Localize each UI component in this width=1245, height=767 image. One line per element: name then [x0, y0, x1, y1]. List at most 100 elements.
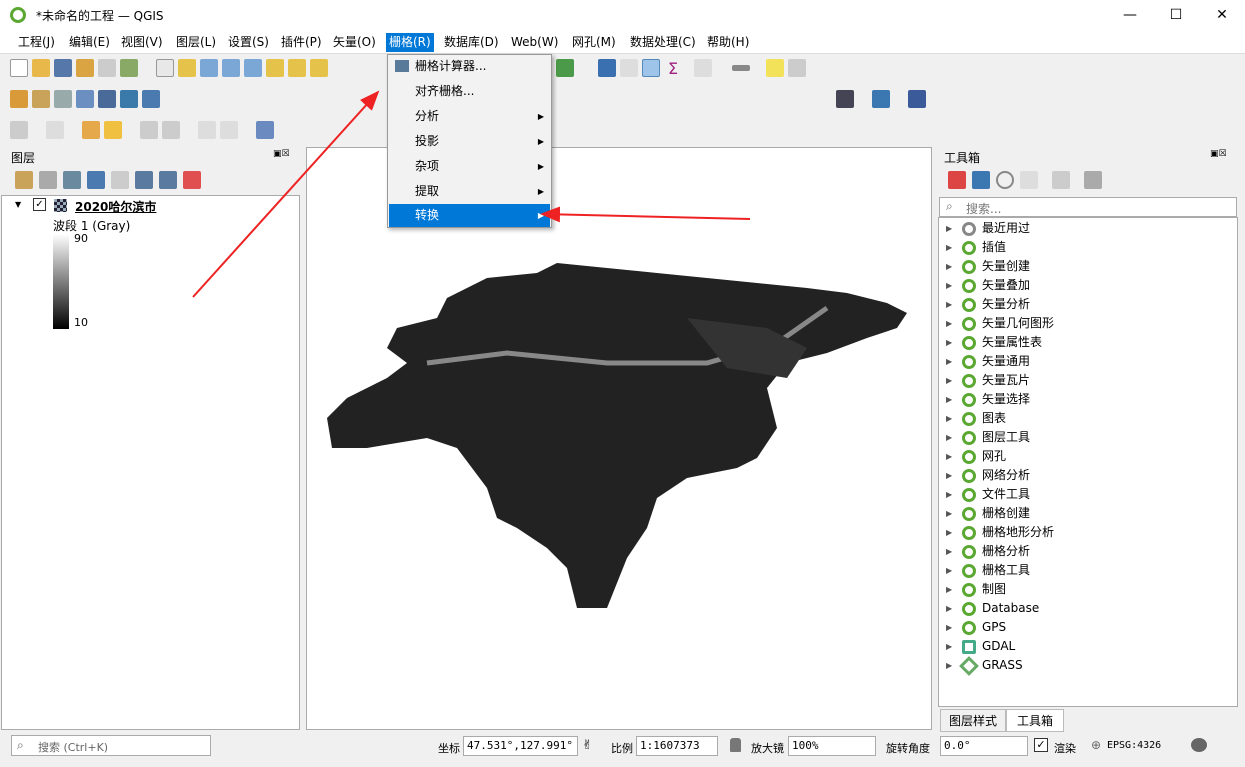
expand-arrow-icon[interactable]: ▶ — [946, 656, 958, 675]
measure-icon[interactable] — [732, 65, 750, 71]
edit-icon[interactable] — [162, 121, 180, 139]
processing-toolbox-icon[interactable] — [642, 59, 660, 77]
advanced-digitize-icon[interactable] — [198, 121, 216, 139]
toolbox-group-item[interactable]: ▶ GRASS — [946, 655, 1023, 676]
close-button[interactable]: ✕ — [1199, 0, 1245, 30]
models-icon[interactable] — [948, 171, 966, 189]
menu-layer[interactable]: 图层(L) — [173, 33, 219, 52]
toolbox-group-item[interactable]: ▶ 制图 — [946, 580, 1006, 599]
toolbox-group-item[interactable]: ▶ 矢量创建 — [946, 257, 1030, 276]
refresh-icon[interactable] — [556, 59, 574, 77]
menu-settings[interactable]: 设置(S) — [225, 33, 272, 52]
add-group-icon[interactable] — [39, 171, 57, 189]
menu-item-align-rasters[interactable]: 对齐栅格... — [389, 80, 550, 103]
visibility-eye-icon[interactable] — [63, 171, 81, 189]
toolbox-group-item[interactable]: ▶ 矢量瓦片 — [946, 371, 1030, 390]
expand-arrow-icon[interactable]: ▶ — [946, 276, 958, 295]
help-icon[interactable] — [908, 90, 926, 108]
toolbox-group-item[interactable]: ▶ 栅格创建 — [946, 504, 1030, 523]
search-tool-icon[interactable] — [788, 59, 806, 77]
collapse-all-icon[interactable] — [159, 171, 177, 189]
toolbox-group-item[interactable]: ▶ 矢量分析 — [946, 295, 1030, 314]
expand-arrow-icon[interactable]: ▶ — [946, 485, 958, 504]
remove-layer-icon[interactable] — [183, 171, 201, 189]
menu-item-extraction[interactable]: 提取 ▶ — [389, 180, 550, 203]
new-virtual-layer-icon[interactable] — [120, 90, 138, 108]
menu-help[interactable]: 帮助(H) — [704, 33, 752, 52]
zoom-full-icon[interactable] — [244, 59, 262, 77]
menu-item-projections[interactable]: 投影 ▶ — [389, 130, 550, 153]
expand-arrow-icon[interactable]: ▶ — [946, 371, 958, 390]
toolbox-group-item[interactable]: ▶ GPS — [946, 618, 1006, 637]
pan-icon[interactable] — [156, 59, 174, 77]
expand-arrow-icon[interactable]: ▶ — [946, 466, 958, 485]
toolbox-group-item[interactable]: ▶ 矢量通用 — [946, 352, 1030, 371]
zoom-native-icon[interactable] — [310, 59, 328, 77]
save-project-icon[interactable] — [54, 59, 72, 77]
options-wrench-icon[interactable] — [1084, 171, 1102, 189]
globe-crs-icon[interactable]: ⊕ — [1091, 738, 1101, 752]
map-canvas[interactable] — [306, 147, 932, 730]
collapse-arrow-icon[interactable]: ▼ — [15, 200, 21, 209]
magnifier-spinbox[interactable]: 100% — [788, 736, 876, 756]
python-console-icon[interactable] — [872, 90, 890, 108]
deselect-icon[interactable] — [82, 121, 100, 139]
plugin-icon[interactable] — [836, 90, 854, 108]
expand-arrow-icon[interactable]: ▶ — [946, 523, 958, 542]
locator-search-input[interactable]: ⌕ 搜索 (Ctrl+K) — [11, 735, 211, 756]
coordinate-field[interactable]: 47.531°,127.991° — [463, 736, 578, 756]
toolbox-group-item[interactable]: ▶ 网络分析 — [946, 466, 1030, 485]
render-checkbox[interactable]: ✓ — [1034, 738, 1048, 752]
zoom-layer-icon[interactable] — [288, 59, 306, 77]
filter-icon[interactable] — [87, 171, 105, 189]
toolbox-group-item[interactable]: ▶ 矢量选择 — [946, 390, 1030, 409]
expression-filter-icon[interactable] — [111, 171, 129, 189]
menu-processing[interactable]: 数据处理(C) — [627, 33, 699, 52]
map-tips-icon[interactable] — [766, 59, 784, 77]
digitize-icon[interactable] — [140, 121, 158, 139]
expand-arrow-icon[interactable]: ▶ — [946, 504, 958, 523]
zoom-out-icon[interactable] — [222, 59, 240, 77]
menu-vector[interactable]: 矢量(O) — [330, 33, 379, 52]
expand-arrow-icon[interactable]: ▶ — [946, 352, 958, 371]
expand-arrow-icon[interactable]: ▶ — [946, 333, 958, 352]
menu-edit[interactable]: 编辑(E) — [66, 33, 113, 52]
new-shapefile-icon[interactable] — [54, 90, 72, 108]
expand-arrow-icon[interactable]: ▶ — [946, 295, 958, 314]
zoom-in-icon[interactable] — [200, 59, 218, 77]
panel-float-close-icon[interactable]: ▣☒ — [273, 149, 290, 159]
select-features-icon[interactable] — [10, 121, 28, 139]
expand-arrow-icon[interactable]: ▶ — [946, 428, 958, 447]
select-value-icon[interactable] — [46, 121, 64, 139]
toolbox-group-item[interactable]: ▶ 矢量几何图形 — [946, 314, 1054, 333]
menu-view[interactable]: 视图(V) — [118, 33, 166, 52]
maximize-button[interactable]: ☐ — [1153, 0, 1199, 30]
toolbox-group-item[interactable]: ▶ 栅格工具 — [946, 561, 1030, 580]
expand-arrow-icon[interactable]: ▶ — [946, 409, 958, 428]
menu-project[interactable]: 工程(J) — [15, 33, 58, 52]
panel-float-close-icon[interactable]: ▣☒ — [1210, 149, 1227, 159]
identify-icon[interactable] — [598, 59, 616, 77]
menu-item-analysis[interactable]: 分析 ▶ — [389, 105, 550, 128]
scripts-icon[interactable] — [972, 171, 990, 189]
pan-to-selection-icon[interactable] — [178, 59, 196, 77]
expand-arrow-icon[interactable]: ▶ — [946, 637, 958, 656]
new-project-icon[interactable] — [10, 59, 28, 77]
menu-web[interactable]: Web(W) — [508, 33, 561, 52]
new-memory-layer-icon[interactable] — [98, 90, 116, 108]
history-clock-icon[interactable] — [996, 171, 1014, 189]
edit-in-place-icon[interactable] — [1052, 171, 1070, 189]
expand-arrow-icon[interactable]: ▶ — [946, 542, 958, 561]
lock-scale-icon[interactable] — [730, 738, 741, 752]
style-manager-icon[interactable] — [120, 59, 138, 77]
statistics-sigma-icon[interactable]: Σ — [664, 59, 682, 78]
open-project-icon[interactable] — [32, 59, 50, 77]
menu-raster[interactable]: 栅格(R) — [386, 33, 434, 52]
attribute-table-icon[interactable] — [620, 59, 638, 77]
toolbox-group-item[interactable]: ▶ 网孔 — [946, 447, 1006, 466]
table-icon[interactable] — [694, 59, 712, 77]
layer-visibility-checkbox[interactable]: ✓ — [33, 198, 46, 211]
toolbox-group-item[interactable]: ▶ Database — [946, 599, 1039, 618]
toolbox-group-item[interactable]: ▶ 栅格地形分析 — [946, 523, 1054, 542]
menu-item-conversion[interactable]: 转换 ▶ — [389, 204, 550, 227]
